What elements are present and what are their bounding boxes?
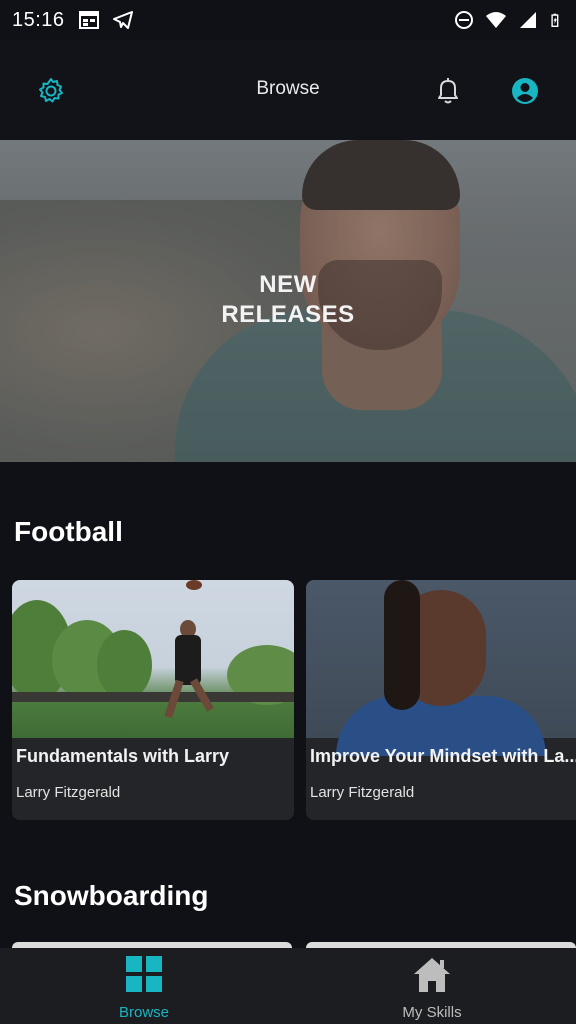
course-card[interactable]: Improve Your Mindset with La... Larry Fi…: [306, 580, 576, 820]
calendar-icon: [78, 11, 99, 29]
status-bar: 15:16: [0, 0, 576, 40]
new-releases-banner[interactable]: NEW RELEASES: [0, 140, 576, 462]
course-title: Improve Your Mindset with La...: [310, 746, 576, 766]
course-thumbnail: [12, 580, 294, 738]
course-thumbnail: [306, 580, 576, 756]
new-releases-label: NEW RELEASES: [0, 270, 576, 330]
page-title: Browse: [256, 78, 320, 99]
banner-label-line1: NEW: [259, 271, 317, 298]
course-instructor: Larry Fitzgerald: [310, 784, 415, 801]
app-bar: Browse: [0, 40, 576, 140]
wifi-icon: [486, 12, 506, 28]
nav-label-my-skills: My Skills: [402, 1004, 462, 1021]
status-time: 15:16: [12, 8, 65, 31]
section-title-snowboarding: Snowboarding: [14, 880, 209, 911]
course-instructor: Larry Fitzgerald: [16, 784, 121, 801]
account-icon[interactable]: [510, 76, 540, 106]
nav-tab-my-skills[interactable]: My Skills: [288, 948, 576, 1024]
course-card[interactable]: Fundamentals with Larry Larry Fitzgerald: [12, 580, 294, 820]
course-title: Fundamentals with Larry: [16, 746, 230, 766]
bottom-navigation: Browse My Skills: [0, 948, 576, 1024]
section-title-football: Football: [14, 516, 123, 547]
do-not-disturb-icon: [455, 11, 473, 29]
notifications-bell-icon[interactable]: [434, 76, 462, 106]
banner-label-line2: RELEASES: [221, 301, 355, 328]
nav-tab-browse[interactable]: Browse: [0, 948, 288, 1024]
battery-icon: [551, 13, 559, 27]
grid-icon: [126, 956, 162, 992]
home-icon: [414, 958, 450, 992]
signal-icon: [520, 12, 536, 28]
telegram-icon: [112, 11, 133, 29]
nav-label-browse: Browse: [118, 1004, 170, 1021]
